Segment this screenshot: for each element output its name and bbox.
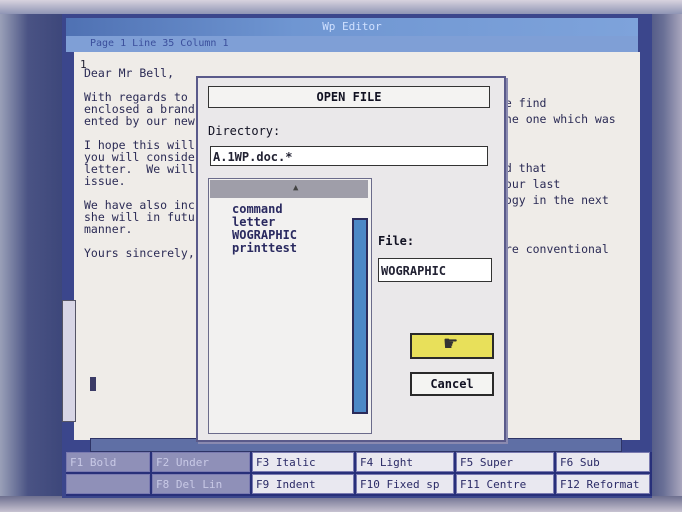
file-list-item[interactable]: printtest (232, 241, 297, 255)
file-list-item[interactable]: WOGRAPHIC (232, 228, 297, 242)
function-key-11[interactable]: F11 Centre (456, 474, 554, 494)
directory-input[interactable]: A.1WP.doc.* (210, 146, 488, 166)
document-line: Dear Mr Bell, (84, 66, 175, 80)
text-cursor (90, 377, 96, 391)
function-key-7[interactable] (66, 474, 150, 494)
function-key-1[interactable]: F1 Bold (66, 452, 150, 472)
document-line: ore conventional (498, 241, 609, 256)
document-line: manner. (84, 222, 133, 236)
status-text: Page 1 Line 35 Column 1 (90, 38, 229, 49)
document-line: Yours sincerely, (84, 246, 195, 260)
window-title: Wp Editor (66, 18, 638, 36)
file-list-item[interactable]: command (232, 202, 283, 216)
scroll-up-icon[interactable]: ▲ (293, 183, 298, 193)
function-key-9[interactable]: F9 Indent (252, 474, 354, 494)
function-key-12[interactable]: F12 Reformat (556, 474, 650, 494)
hand-pointer-icon: ☛ (444, 332, 458, 357)
function-key-5[interactable]: F5 Super (456, 452, 554, 472)
dialog-title: OPEN FILE (208, 86, 490, 108)
document-line: your last (498, 177, 561, 191)
function-key-4[interactable]: F4 Light (356, 452, 454, 472)
function-key-10[interactable]: F10 Fixed sp (356, 474, 454, 494)
cancel-button[interactable]: Cancel (410, 372, 494, 396)
monitor-bezel-bottom (0, 496, 682, 512)
status-bar: Page 1 Line 35 Column 1 (66, 36, 638, 52)
document-line: ented by our new (84, 114, 195, 128)
monitor-bezel-top (0, 0, 682, 14)
document-line: logy in the next (498, 193, 609, 208)
file-list-scrollbar[interactable] (352, 218, 368, 414)
side-panel (62, 300, 76, 422)
directory-label: Directory: (208, 124, 281, 138)
file-label: File: (378, 234, 415, 248)
function-key-2[interactable]: F2 Under (152, 452, 250, 472)
file-name-input[interactable]: WOGRAPHIC (378, 258, 492, 282)
function-key-6[interactable]: F6 Sub (556, 452, 650, 472)
file-list-header[interactable] (210, 180, 368, 198)
function-key-8[interactable]: F8 Del Lin (152, 474, 250, 494)
file-list-item[interactable]: letter (232, 215, 275, 229)
function-key-3[interactable]: F3 Italic (252, 452, 354, 472)
document-line: the one which was (498, 112, 616, 127)
monitor-bezel-left (0, 0, 70, 512)
document-line: issue. (84, 174, 126, 188)
